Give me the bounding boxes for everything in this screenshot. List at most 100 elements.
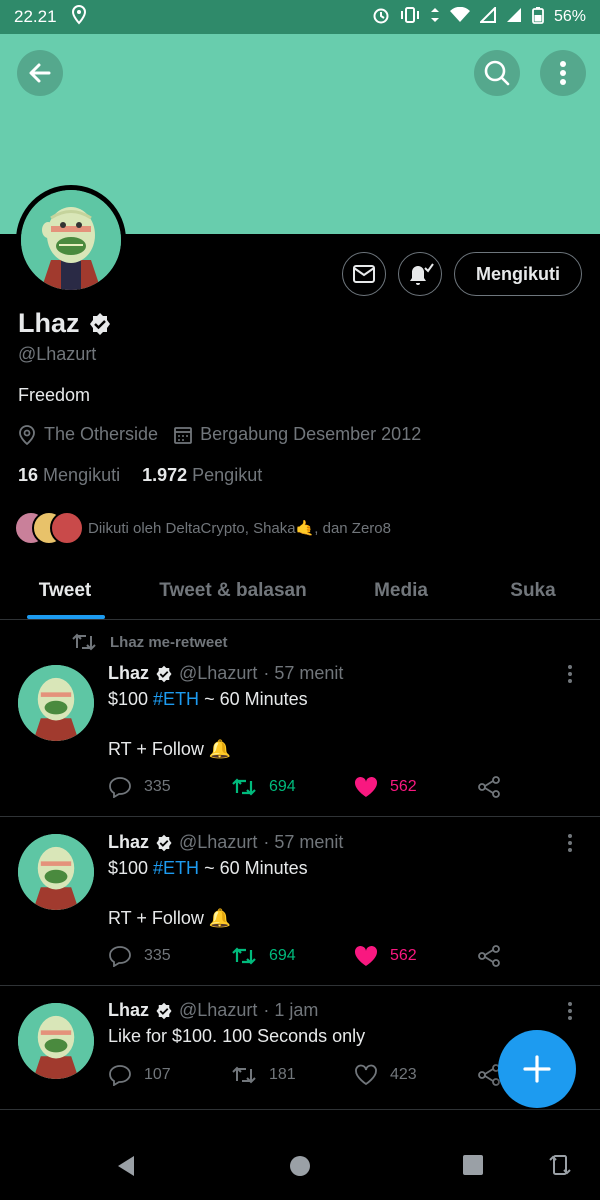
status-bar: 22.21 56%	[0, 0, 600, 34]
heart-outline-icon	[355, 1064, 377, 1086]
arrow-left-icon	[29, 63, 51, 83]
tweet-time: · 1 jam	[263, 1000, 319, 1020]
retweet-button[interactable]: 694	[231, 946, 354, 966]
tweet-author-handle: @Lhazurt	[179, 663, 258, 683]
profile-bio: Freedom	[18, 385, 91, 405]
plus-icon	[523, 1055, 551, 1083]
location-icon	[19, 424, 35, 445]
profile-joined: Bergabung Desember 2012	[200, 424, 422, 444]
signal-icon	[478, 5, 496, 28]
tweet-text-part: $100	[108, 689, 154, 709]
verified-badge-icon	[156, 834, 172, 851]
tab-likes[interactable]: Suka	[466, 562, 600, 619]
share-button[interactable]	[477, 776, 600, 798]
tab-tweets[interactable]: Tweet	[0, 562, 130, 619]
heart-filled-icon	[354, 945, 378, 966]
tab-media[interactable]: Media	[336, 562, 466, 619]
tweet-avatar[interactable]	[18, 834, 94, 910]
battery-percent: 56%	[553, 8, 586, 25]
followers-stat[interactable]: 1.972 Pengikut	[142, 465, 262, 486]
tweet-header: Lhaz @Lhazurt · 57 menit	[108, 832, 343, 853]
reply-icon	[109, 1065, 131, 1086]
reply-icon	[109, 946, 131, 967]
reply-button[interactable]: 335	[108, 776, 231, 798]
retweet-icon	[232, 1066, 256, 1084]
data-arrows-icon	[430, 7, 440, 28]
retweet-button[interactable]: 694	[231, 777, 354, 797]
profile-stats: 16 Mengikuti 1.972 Pengikut	[18, 465, 262, 486]
profile-handle: @Lhazurt	[18, 344, 97, 364]
mail-icon	[353, 265, 375, 283]
hashtag-link[interactable]: #ETH	[153, 689, 199, 709]
like-button[interactable]: 562	[354, 776, 477, 798]
retweet-icon	[232, 947, 256, 965]
more-vertical-icon[interactable]	[562, 1001, 578, 1021]
share-button[interactable]	[477, 945, 600, 967]
follower-avatars	[14, 511, 84, 545]
reply-count: 107	[144, 1066, 171, 1083]
retweet-count: 694	[269, 947, 296, 964]
retweet-count: 181	[269, 1066, 296, 1083]
profile-actions: Mengikuti	[342, 252, 582, 296]
back-nav-icon[interactable]	[114, 1154, 138, 1178]
notifications-button[interactable]	[398, 252, 442, 296]
profile-location: The Otherside	[44, 424, 159, 444]
verified-badge-icon	[156, 665, 172, 682]
back-button[interactable]	[17, 50, 63, 96]
retweet-icon	[232, 778, 256, 796]
profile-name: Lhaz	[18, 308, 80, 338]
heart-filled-icon	[354, 776, 378, 797]
reply-button[interactable]: 335	[108, 945, 231, 967]
tweet-author-name[interactable]: Lhaz	[108, 832, 149, 853]
followed-by-text: Diikuti oleh DeltaCrypto, Shaka🤙, dan Ze…	[88, 520, 391, 537]
tweet-author-name[interactable]: Lhaz	[108, 1000, 149, 1021]
recents-nav-icon[interactable]	[462, 1154, 484, 1176]
signal-icon-2	[506, 7, 522, 28]
more-vertical-icon	[560, 61, 566, 85]
tweet-header: Lhaz @Lhazurt · 1 jam	[108, 1000, 318, 1021]
tweet-author-name[interactable]: Lhaz	[108, 663, 149, 684]
alarm-icon	[372, 6, 390, 29]
tweet-text: $100 #ETH ~ 60 Minutes RT + Follow 🔔	[108, 687, 308, 762]
reply-button[interactable]: 107	[108, 1064, 231, 1086]
following-count: 16	[18, 465, 39, 485]
tweet-actions: 335 694 562	[108, 945, 600, 967]
more-vertical-icon[interactable]	[562, 833, 578, 853]
vibrate-icon	[400, 6, 420, 28]
search-button[interactable]	[474, 50, 520, 96]
share-icon	[478, 945, 500, 967]
reply-count: 335	[144, 778, 171, 795]
following-button[interactable]: Mengikuti	[454, 252, 582, 296]
share-icon	[478, 776, 500, 798]
like-button[interactable]: 423	[354, 1064, 477, 1086]
following-stat[interactable]: 16 Mengikuti	[18, 465, 120, 486]
like-count: 423	[390, 1066, 417, 1083]
tweet-item[interactable]: Lhaz @Lhazurt · 57 menit $100 #ETH ~ 60 …	[0, 620, 600, 817]
hashtag-link[interactable]: #ETH	[153, 858, 199, 878]
battery-icon	[532, 6, 544, 29]
follower-avatar	[50, 511, 84, 545]
followed-by-row[interactable]: Diikuti oleh DeltaCrypto, Shaka🤙, dan Ze…	[14, 511, 391, 545]
tweet-header: Lhaz @Lhazurt · 57 menit	[108, 663, 343, 684]
tweet-avatar[interactable]	[18, 665, 94, 741]
tweet-text: $100 #ETH ~ 60 Minutes RT + Follow 🔔	[108, 856, 308, 931]
following-label: Mengikuti	[43, 465, 121, 485]
like-count: 562	[390, 778, 417, 795]
profile-avatar[interactable]	[16, 185, 126, 295]
ape-avatar-image	[21, 190, 121, 290]
like-button[interactable]: 562	[354, 945, 477, 967]
verified-badge-icon	[89, 312, 110, 335]
wifi-icon	[449, 6, 470, 28]
tweet-item[interactable]: Lhaz @Lhazurt · 57 menit $100 #ETH ~ 60 …	[0, 817, 600, 986]
home-nav-icon[interactable]	[288, 1154, 312, 1178]
tab-tweets-replies[interactable]: Tweet & balasan	[130, 562, 336, 619]
rotate-icon[interactable]	[548, 1152, 572, 1178]
message-button[interactable]	[342, 252, 386, 296]
compose-tweet-button[interactable]	[498, 1030, 576, 1108]
tweet-actions: 335 694 562	[108, 776, 600, 798]
more-vertical-icon[interactable]	[562, 664, 578, 684]
more-options-button[interactable]	[540, 50, 586, 96]
tweet-avatar[interactable]	[18, 1003, 94, 1079]
bell-check-icon	[410, 263, 434, 285]
retweet-button[interactable]: 181	[231, 1065, 354, 1085]
